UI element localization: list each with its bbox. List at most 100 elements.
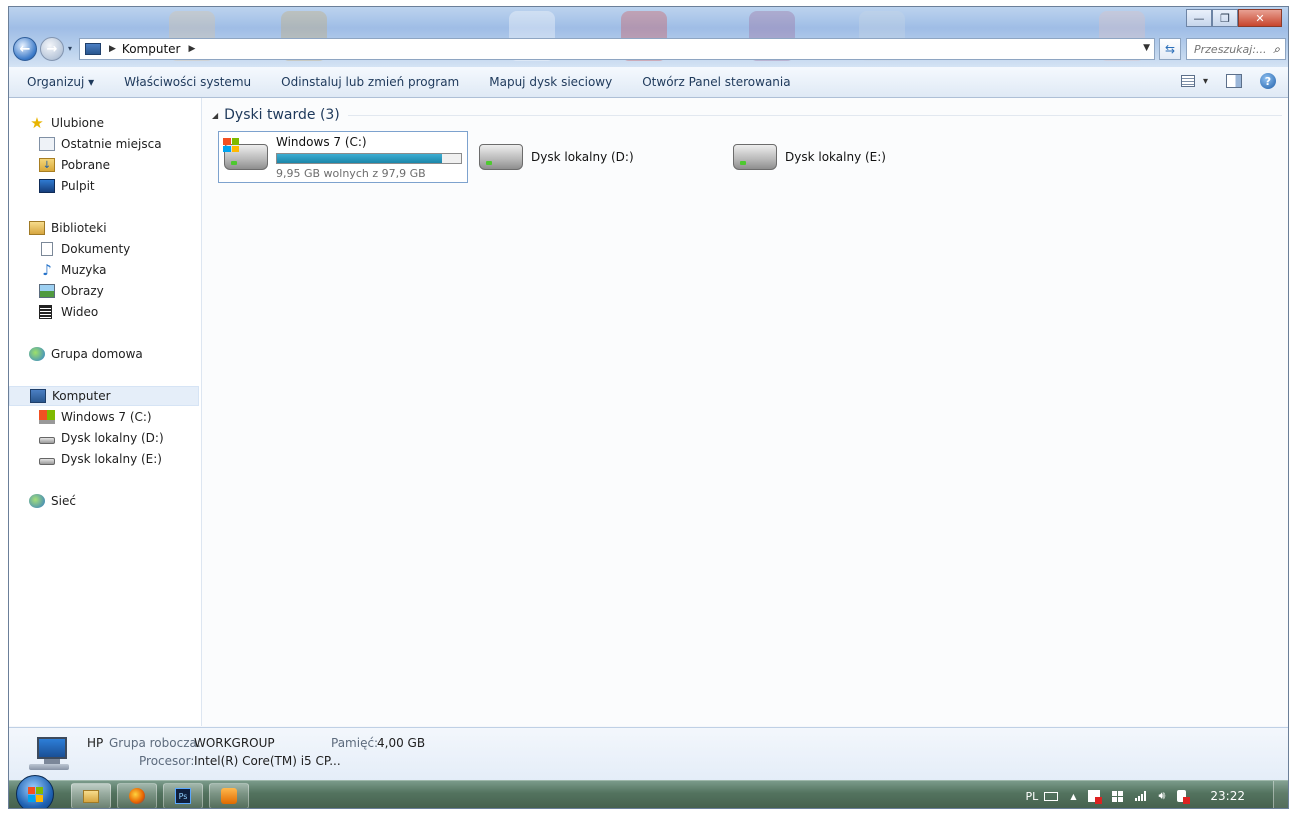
workgroup-label: Grupa robocza: bbox=[109, 736, 201, 750]
taskbar-photoshop-button[interactable]: Ps bbox=[163, 783, 203, 808]
taskbar-explorer-button[interactable] bbox=[71, 783, 111, 808]
caption-buttons: — ❐ ✕ bbox=[1186, 9, 1282, 27]
volume-icon[interactable]: 🔊︎ bbox=[1158, 789, 1165, 803]
search-icon[interactable]: ⌕ bbox=[1273, 42, 1280, 57]
forward-button[interactable]: → bbox=[40, 37, 64, 61]
workgroup-value: WORKGROUP bbox=[194, 736, 275, 750]
drive-name: Dysk lokalny (D:) bbox=[531, 150, 634, 164]
address-dropdown-icon[interactable]: ▼ bbox=[1143, 43, 1150, 53]
breadcrumb-separator-icon[interactable]: ▶ bbox=[109, 44, 116, 54]
sidebar-item-videos[interactable]: Wideo bbox=[9, 302, 229, 322]
drive-info: Windows 7 (C:) 9,95 GB wolnych z 97,9 GB bbox=[276, 135, 462, 180]
documents-icon bbox=[41, 242, 53, 256]
sidebar-item-drive-d[interactable]: Dysk lokalny (D:) bbox=[9, 428, 229, 448]
hard-drive-icon bbox=[39, 458, 55, 465]
drive-tile-c[interactable]: Windows 7 (C:) 9,95 GB wolnych z 97,9 GB bbox=[218, 131, 468, 183]
sidebar-item-network[interactable]: Sieć bbox=[9, 491, 219, 511]
map-network-drive-button[interactable]: Mapuj dysk sieciowy bbox=[474, 75, 627, 89]
uninstall-program-button[interactable]: Odinstaluj lub zmień program bbox=[266, 75, 474, 89]
hard-drive-icon bbox=[39, 437, 55, 444]
close-button[interactable]: ✕ bbox=[1238, 9, 1282, 27]
sidebar-item-libraries[interactable]: Biblioteki bbox=[9, 218, 219, 238]
taskbar-app-button[interactable] bbox=[209, 783, 249, 808]
sidebar-item-drive-e[interactable]: Dysk lokalny (E:) bbox=[9, 449, 229, 469]
drive-name: Windows 7 (C:) bbox=[276, 134, 367, 149]
sidebar-item-label: Sieć bbox=[51, 494, 76, 508]
processor-label: Procesor: bbox=[139, 754, 195, 768]
back-button[interactable]: ← bbox=[13, 37, 37, 61]
sidebar-item-downloads[interactable]: ↓ Pobrane bbox=[9, 155, 229, 175]
show-desktop-button[interactable] bbox=[1273, 781, 1288, 808]
music-note-icon: ♪ bbox=[42, 261, 52, 279]
sidebar-item-documents[interactable]: Dokumenty bbox=[9, 239, 229, 259]
command-bar: Organizuj ▾ Właściwości systemu Odinstal… bbox=[9, 67, 1288, 98]
search-input[interactable] bbox=[1194, 42, 1268, 56]
restore-button[interactable]: ❐ bbox=[1212, 9, 1238, 27]
group-divider bbox=[347, 114, 1282, 116]
sidebar-item-label: Pulpit bbox=[61, 179, 95, 193]
drive-name: Dysk lokalny (E:) bbox=[785, 150, 886, 164]
navigation-pane: ★ Ulubione Ostatnie miejsca ↓ Pobrane Pu… bbox=[9, 98, 202, 726]
memory-label: Pamięć: bbox=[331, 736, 379, 750]
windows-logo-icon bbox=[223, 138, 239, 152]
sidebar-item-music[interactable]: ♪ Muzyka bbox=[9, 260, 229, 280]
recent-places-icon bbox=[39, 137, 55, 151]
sidebar-item-pictures[interactable]: Obrazy bbox=[9, 281, 229, 301]
sidebar-item-computer[interactable]: Komputer bbox=[9, 386, 199, 406]
collapse-triangle-icon[interactable]: ◢ bbox=[212, 111, 218, 120]
downloads-folder-icon: ↓ bbox=[39, 158, 55, 172]
network-signal-icon[interactable] bbox=[1135, 791, 1147, 801]
drive-tile-e[interactable]: Dysk lokalny (E:) bbox=[728, 131, 968, 183]
system-properties-button[interactable]: Właściwości systemu bbox=[109, 75, 266, 89]
search-box[interactable]: ⌕ bbox=[1186, 38, 1286, 60]
clock[interactable]: 23:22 bbox=[1210, 789, 1245, 803]
open-control-panel-button[interactable]: Otwórz Panel sterowania bbox=[627, 75, 805, 89]
star-icon: ★ bbox=[30, 114, 44, 132]
pictures-icon bbox=[39, 284, 55, 298]
hard-drive-icon bbox=[733, 144, 777, 170]
sidebar-item-label: Biblioteki bbox=[51, 221, 107, 235]
homegroup-icon bbox=[29, 347, 45, 361]
sidebar-item-favorites[interactable]: ★ Ulubione bbox=[9, 113, 219, 133]
sidebar-item-label: Dysk lokalny (D:) bbox=[61, 431, 164, 445]
sidebar-item-label: Muzyka bbox=[61, 263, 107, 277]
drive-info: Dysk lokalny (E:) bbox=[785, 150, 886, 164]
keyboard-icon[interactable] bbox=[1044, 791, 1059, 801]
breadcrumb-computer[interactable]: Komputer bbox=[122, 42, 181, 56]
view-dropdown-icon[interactable]: ▾ bbox=[1203, 76, 1208, 87]
minimize-button[interactable]: — bbox=[1186, 9, 1212, 27]
sidebar-item-label: Dysk lokalny (E:) bbox=[61, 452, 162, 466]
view-controls: ▾ ? bbox=[1180, 73, 1276, 89]
windows-update-icon[interactable] bbox=[1112, 790, 1124, 802]
sidebar-item-label: Ostatnie miejsca bbox=[61, 137, 162, 151]
show-hidden-icons-button[interactable]: ▲ bbox=[1070, 792, 1076, 801]
photoshop-icon: Ps bbox=[175, 788, 191, 804]
language-indicator[interactable]: PL bbox=[1026, 790, 1039, 803]
content-area: ◢ Dyski twarde (3) Windows 7 (C:) 9,95 G… bbox=[202, 98, 1288, 726]
memory-value: 4,00 GB bbox=[377, 736, 426, 750]
action-center-icon[interactable] bbox=[1088, 790, 1103, 804]
windows-drive-icon bbox=[223, 138, 268, 170]
taskbar-firefox-button[interactable] bbox=[117, 783, 157, 808]
breadcrumb-chevron-icon[interactable]: ▶ bbox=[188, 44, 195, 54]
start-button[interactable] bbox=[16, 775, 54, 808]
sidebar-item-label: Dokumenty bbox=[61, 242, 131, 256]
help-icon[interactable]: ? bbox=[1260, 73, 1276, 89]
address-bar[interactable]: ▶ Komputer ▶ ▼ bbox=[79, 38, 1155, 60]
preview-pane-icon[interactable] bbox=[1226, 74, 1242, 88]
power-icon[interactable] bbox=[1177, 790, 1191, 804]
sidebar-item-drive-c[interactable]: Windows 7 (C:) bbox=[9, 407, 229, 427]
organize-menu[interactable]: Organizuj ▾ bbox=[9, 75, 109, 89]
sidebar-item-label: Pobrane bbox=[61, 158, 111, 172]
recent-pages-dropdown[interactable]: ▾ bbox=[68, 44, 72, 53]
hard-drive-icon bbox=[479, 144, 523, 170]
change-view-button[interactable]: ▾ bbox=[1180, 75, 1208, 87]
notification-area: PL ▲ 🔊︎ 23:22 bbox=[1026, 781, 1288, 808]
desktop-icon bbox=[39, 179, 55, 193]
sidebar-item-homegroup[interactable]: Grupa domowa bbox=[9, 344, 219, 364]
refresh-button[interactable]: ⇆ bbox=[1159, 38, 1181, 60]
drive-tile-d[interactable]: Dysk lokalny (D:) bbox=[474, 131, 714, 183]
group-header-hard-drives[interactable]: ◢ Dyski twarde (3) bbox=[212, 107, 1282, 123]
sidebar-item-recent-places[interactable]: Ostatnie miejsca bbox=[9, 134, 229, 154]
sidebar-item-desktop[interactable]: Pulpit bbox=[9, 176, 229, 196]
